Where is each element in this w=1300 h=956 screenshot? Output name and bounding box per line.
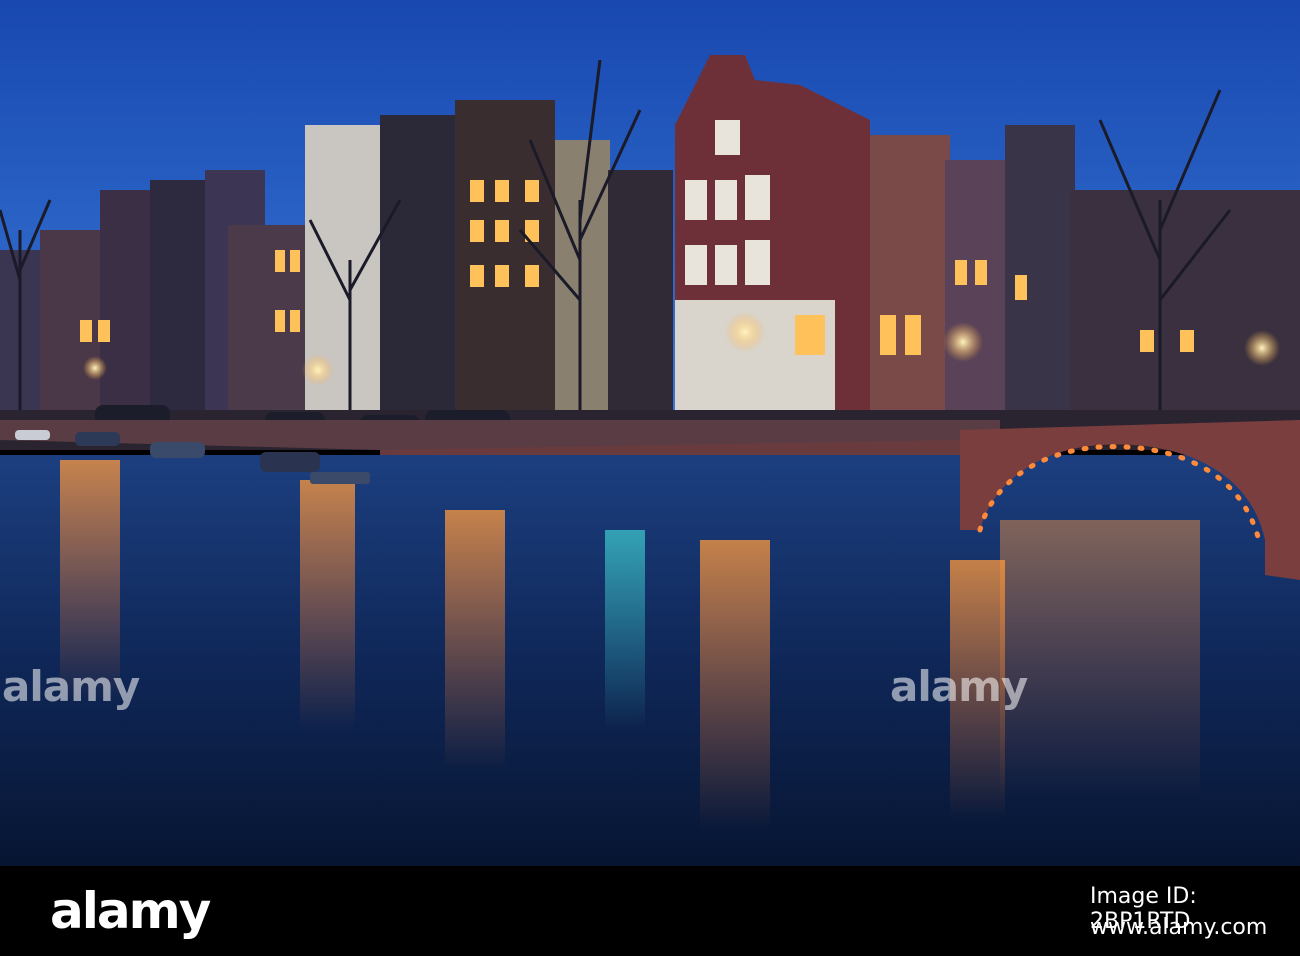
watermark-text: alamy — [890, 662, 1028, 711]
beige-canal-house — [555, 140, 610, 415]
building-row-right — [1070, 190, 1300, 415]
brown-canal-house — [870, 135, 950, 415]
narrow-canal-house — [608, 170, 673, 415]
dark-canal-house — [380, 115, 455, 415]
brick-canal-house — [455, 100, 555, 415]
tall-canal-house — [1005, 125, 1075, 415]
watermark-text: alamy — [2, 662, 140, 711]
purple-canal-house — [945, 160, 1010, 415]
site-url[interactable]: www.alamy.com — [1090, 915, 1267, 940]
photo-scene — [0, 0, 1300, 866]
alamy-logo: alamy — [50, 882, 211, 940]
canal-night-illustration — [0, 0, 1300, 866]
red-gabled-house — [675, 55, 870, 415]
